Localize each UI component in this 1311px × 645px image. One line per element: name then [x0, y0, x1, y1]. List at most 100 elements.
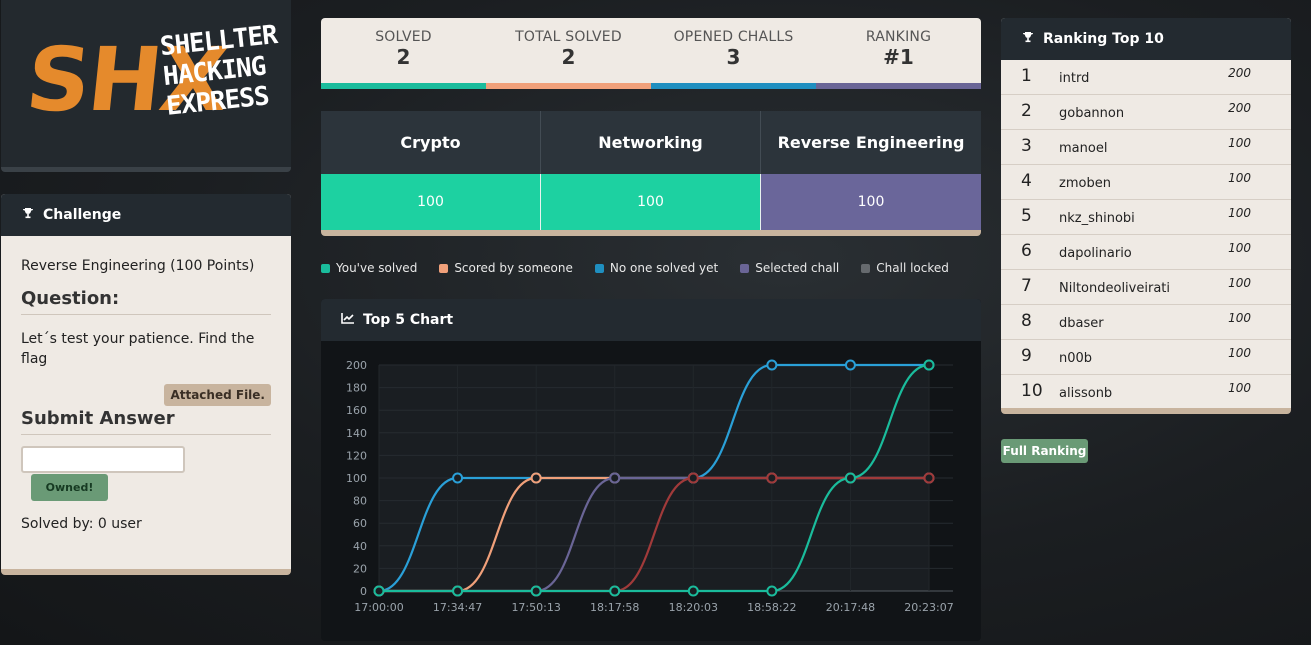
rank-points: 100 — [1228, 206, 1251, 220]
rank-points: 100 — [1228, 241, 1251, 255]
rank-user[interactable]: alissonb — [1059, 386, 1112, 401]
series-point-0 — [844, 359, 856, 371]
rank-user[interactable]: zmoben — [1059, 176, 1111, 191]
legend-swatch — [321, 264, 330, 273]
rank-points: 100 — [1228, 276, 1251, 290]
stat-color-bar — [651, 83, 816, 89]
y-tick-label: 60 — [353, 517, 367, 530]
challenge-title: Reverse Engineering (100 Points) — [21, 258, 255, 274]
rank-user[interactable]: Niltondeoliveirati — [1059, 281, 1170, 296]
legend-item: No one solved yet — [594, 261, 719, 275]
rank-number: 8 — [1021, 311, 1032, 331]
rank-user[interactable]: nkz_shinobi — [1059, 211, 1135, 226]
legend-label: Scored by someone — [454, 261, 573, 275]
legend-swatch — [740, 264, 750, 273]
ranking-panel: Ranking Top 10 1 intrd 200 2 gobannon 200 3 m… — [1001, 18, 1291, 414]
challenge-cell-networking-100[interactable]: 100 — [541, 174, 761, 230]
series-point-4 — [923, 359, 935, 371]
stat-color-bar — [486, 83, 651, 89]
top5-line-chart: 0 20 40 60 80 100 120 140 160 180 200 17:00:00 17:34… — [346, 359, 954, 614]
stat-total-solved: TOTAL SOLVED 2 — [486, 18, 651, 89]
rank-points: 200 — [1228, 66, 1251, 80]
rank-user[interactable]: n00b — [1059, 351, 1092, 366]
y-tick-label: 140 — [346, 427, 367, 440]
rank-user[interactable]: dapolinario — [1059, 246, 1132, 261]
stat-opened-challs: OPENED CHALLS 3 — [651, 18, 816, 89]
ranking-row: 6 dapolinario 100 — [1001, 235, 1291, 270]
rank-number: 1 — [1021, 66, 1032, 86]
rank-number: 9 — [1021, 346, 1032, 366]
series-point-3 — [923, 472, 935, 484]
legend-item: You've solved — [321, 261, 417, 275]
y-tick-label: 120 — [346, 449, 367, 462]
attached-file-button[interactable]: Attached File. — [164, 384, 271, 406]
legend-label: Selected chall — [755, 261, 840, 275]
status-legend: You've solved Scored by someone No one sol… — [321, 261, 981, 279]
challenge-cell-reverse-100[interactable]: 100 — [761, 174, 981, 230]
series-point-0 — [766, 359, 778, 371]
stat-label: OPENED CHALLS — [673, 29, 794, 45]
rank-user[interactable]: manoel — [1059, 141, 1107, 156]
trophy-icon — [21, 194, 35, 236]
rank-points: 100 — [1228, 346, 1251, 360]
chart-header: Top 5 Chart — [321, 299, 981, 341]
stat-solved: SOLVED 2 — [321, 18, 486, 89]
challenge-header-label: Challenge — [43, 207, 122, 223]
x-tick-label: 18:20:03 — [669, 601, 718, 614]
x-tick-label: 20:23:07 — [904, 601, 953, 614]
stat-value: #1 — [883, 45, 914, 69]
rank-number: 3 — [1021, 136, 1032, 156]
legend-swatch — [594, 264, 604, 273]
challenge-cell-crypto-100[interactable]: 100 — [321, 174, 541, 230]
rank-points: 100 — [1228, 311, 1251, 325]
y-tick-label: 0 — [360, 585, 367, 598]
series-point-2 — [609, 472, 621, 484]
stat-color-bar — [816, 83, 981, 89]
stat-color-bar — [321, 83, 486, 89]
rank-points: 200 — [1228, 101, 1251, 115]
stat-value: 2 — [396, 45, 411, 69]
rank-user[interactable]: intrd — [1059, 71, 1089, 86]
rank-number: 7 — [1021, 276, 1032, 296]
rank-user[interactable]: dbaser — [1059, 316, 1104, 331]
stat-value: 3 — [726, 45, 741, 69]
stat-label: TOTAL SOLVED — [515, 29, 622, 45]
y-tick-label: 80 — [353, 495, 367, 508]
legend-label: Chall locked — [876, 261, 949, 275]
ranking-row: 9 n00b 100 — [1001, 340, 1291, 375]
x-tick-label: 18:17:58 — [590, 601, 639, 614]
y-tick-label: 200 — [346, 359, 367, 372]
full-ranking-button[interactable]: Full Ranking — [1001, 439, 1088, 463]
rank-number: 4 — [1021, 171, 1032, 191]
series-point-1 — [530, 472, 542, 484]
series-point-4 — [687, 585, 699, 597]
x-tick-label: 18:58:22 — [747, 601, 796, 614]
legend-swatch — [861, 264, 871, 273]
y-tick-label: 100 — [346, 472, 367, 485]
series-point-4 — [844, 472, 856, 484]
logo-text: SHELLTER HACKING EXPRESS — [159, 20, 285, 122]
x-tick-label: 17:34:47 — [433, 601, 482, 614]
series-point-3 — [687, 472, 699, 484]
legend-label: No one solved yet — [609, 261, 719, 275]
stat-ranking: RANKING #1 — [816, 18, 981, 89]
rank-user[interactable]: gobannon — [1059, 106, 1124, 121]
series-point-4 — [530, 585, 542, 597]
ranking-row: 8 dbaser 100 — [1001, 305, 1291, 340]
ranking-row: 10 alissonb 100 — [1001, 375, 1291, 410]
legend-item: Selected chall — [740, 261, 839, 275]
ranking-row: 5 nkz_shinobi 100 — [1001, 200, 1291, 235]
solved-by-text: Solved by: 0 user — [21, 516, 142, 532]
category-networking: Networking — [541, 111, 761, 174]
series-point-4 — [766, 585, 778, 597]
y-tick-label: 40 — [353, 540, 367, 553]
chart-header-label: Top 5 Chart — [363, 312, 454, 328]
stat-value: 2 — [561, 45, 576, 69]
ranking-row: 2 gobannon 200 — [1001, 95, 1291, 130]
y-tick-label: 20 — [353, 562, 367, 575]
submit-answer-heading: Submit Answer — [21, 408, 271, 435]
site-logo[interactable]: SHX SHELLTER HACKING EXPRESS — [1, 0, 291, 172]
category-crypto: Crypto — [321, 111, 541, 174]
answer-input[interactable] — [21, 446, 185, 473]
owned-button[interactable]: Owned! — [31, 474, 108, 501]
